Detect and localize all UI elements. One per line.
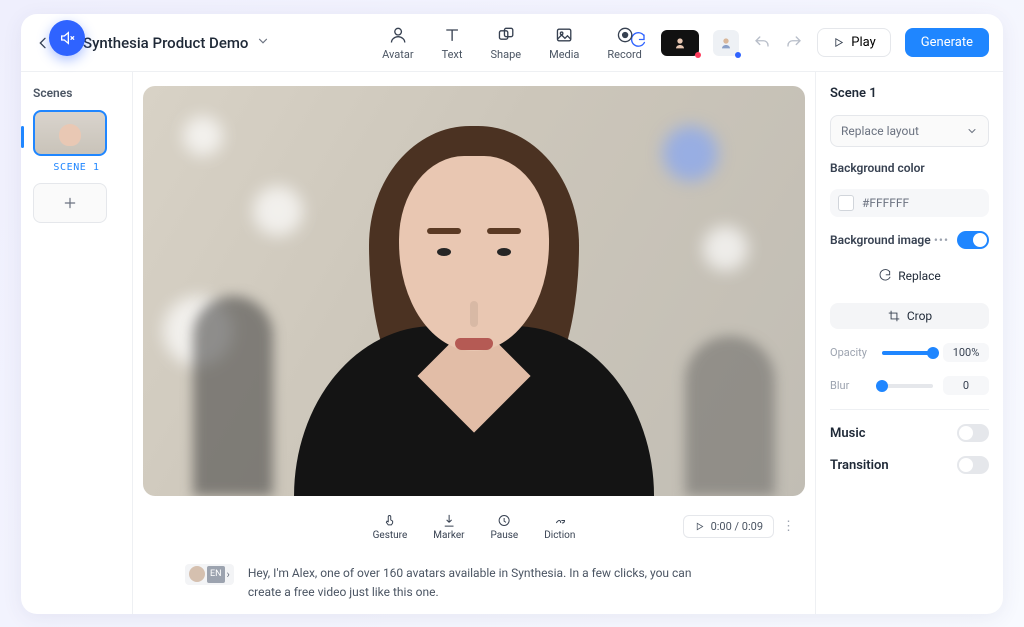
properties-panel: Scene 1 Replace layout Background color … — [815, 72, 1003, 614]
replace-bg-button[interactable]: Replace — [830, 263, 989, 289]
assist-bubble[interactable] — [49, 20, 85, 56]
avatar-picker-2[interactable] — [713, 30, 739, 56]
chevron-right-icon: › — [227, 566, 230, 584]
script-tool-diction[interactable]: Diction — [544, 513, 575, 541]
script-tool-gesture[interactable]: Gesture — [373, 513, 408, 541]
avatar-icon — [388, 25, 408, 45]
voice-avatar-icon — [189, 566, 205, 582]
scenes-panel: Scenes SCENE 1 — [21, 72, 133, 614]
tool-record[interactable]: Record — [607, 25, 641, 61]
script-tool-marker[interactable]: Marker — [433, 513, 464, 541]
undo-button[interactable] — [753, 34, 771, 52]
shape-icon — [496, 25, 516, 45]
speaker-muted-icon — [59, 30, 75, 46]
script-row: EN › Hey, I'm Alex, one of over 160 avat… — [143, 556, 805, 606]
scene-label: SCENE 1 — [33, 162, 120, 173]
avatar-picker-1[interactable] — [661, 30, 699, 56]
undo-icon — [753, 34, 771, 52]
gesture-icon — [382, 513, 397, 528]
tool-avatar[interactable]: Avatar — [382, 25, 413, 61]
bg-image-label: Background image — [830, 233, 931, 247]
bg-color-input[interactable]: #FFFFFF — [830, 189, 989, 217]
video-canvas[interactable] — [143, 86, 805, 496]
music-label: Music — [830, 426, 865, 441]
app-window: Synthesia Product Demo Avatar Text Shape… — [21, 14, 1003, 614]
right-actions: Play Generate — [629, 28, 989, 57]
bokeh-light-icon — [183, 116, 223, 156]
scene-thumbnail[interactable] — [33, 110, 107, 156]
plus-icon — [62, 195, 78, 211]
script-tool-pause[interactable]: Pause — [491, 513, 519, 541]
opacity-slider[interactable]: Opacity 100% — [830, 343, 989, 362]
status-dot-icon — [735, 52, 741, 58]
music-toggle[interactable] — [957, 424, 989, 442]
record-icon — [615, 25, 635, 45]
background-figure-icon — [685, 336, 775, 496]
status-dot-icon — [695, 52, 701, 58]
main-row: Scenes SCENE 1 — [21, 72, 1003, 614]
background-figure-icon — [193, 296, 273, 496]
avatar-figure — [282, 106, 666, 495]
crop-icon — [887, 309, 901, 323]
transition-toggle[interactable] — [957, 456, 989, 474]
chevron-down-icon — [256, 34, 270, 52]
add-scene-button[interactable] — [33, 183, 107, 223]
scene-item[interactable]: SCENE 1 — [33, 110, 120, 173]
tool-text[interactable]: Text — [442, 25, 463, 61]
language-code: EN — [207, 566, 225, 582]
transition-label: Transition — [830, 458, 889, 473]
blur-slider[interactable]: Blur 0 — [830, 376, 989, 395]
pause-clock-icon — [497, 513, 512, 528]
script-text[interactable]: Hey, I'm Alex, one of over 160 avatars a… — [248, 564, 708, 602]
avatar-face-icon — [672, 35, 688, 51]
replace-icon — [878, 269, 892, 283]
project-title-dropdown[interactable]: Synthesia Product Demo — [83, 34, 270, 52]
play-button[interactable]: Play — [817, 28, 891, 57]
redo-icon — [785, 34, 803, 52]
chevron-down-icon — [966, 125, 978, 137]
scenes-heading: Scenes — [33, 86, 120, 100]
script-toolbar: Gesture Marker Pause Diction — [143, 504, 805, 548]
properties-title: Scene 1 — [830, 86, 989, 101]
tool-shape[interactable]: Shape — [490, 25, 521, 61]
canvas-column: Gesture Marker Pause Diction — [133, 72, 815, 614]
playback-time[interactable]: 0:00 / 0:09 — [683, 515, 774, 538]
insert-tools: Avatar Text Shape Media Record — [382, 25, 642, 61]
avatar-thumbnail-icon — [59, 124, 81, 146]
layout-select[interactable]: Replace layout — [830, 115, 989, 147]
media-icon — [554, 25, 574, 45]
text-icon — [442, 25, 462, 45]
bokeh-light-icon — [703, 226, 748, 271]
generate-button[interactable]: Generate — [905, 28, 989, 57]
bokeh-light-icon — [663, 126, 718, 181]
marker-icon — [441, 513, 456, 528]
project-title: Synthesia Product Demo — [83, 34, 248, 52]
play-icon — [832, 36, 845, 49]
bg-color-label: Background color — [830, 161, 989, 175]
bg-image-more[interactable]: ••• — [934, 233, 949, 247]
tool-media[interactable]: Media — [549, 25, 579, 61]
voice-language-picker[interactable]: EN › — [185, 564, 234, 586]
redo-button[interactable] — [785, 34, 803, 52]
color-swatch-icon — [838, 195, 854, 211]
avatar-face-icon — [718, 35, 734, 51]
bg-image-toggle[interactable] — [957, 231, 989, 249]
script-more-menu[interactable]: ⋮ — [782, 519, 795, 534]
crop-bg-button[interactable]: Crop — [830, 303, 989, 329]
top-toolbar: Synthesia Product Demo Avatar Text Shape… — [21, 14, 1003, 72]
diction-icon — [552, 513, 567, 528]
play-icon — [694, 521, 705, 532]
